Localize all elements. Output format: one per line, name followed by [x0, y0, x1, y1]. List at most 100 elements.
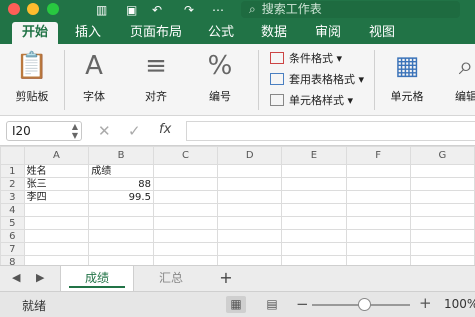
- cell[interactable]: [409, 255, 475, 265]
- prev-sheet-icon[interactable]: ◀: [12, 271, 20, 284]
- row-header[interactable]: 2: [0, 177, 25, 191]
- cell[interactable]: [152, 203, 219, 217]
- sheet-tab-summary[interactable]: 汇总: [134, 266, 208, 291]
- cancel-icon[interactable]: ✕: [98, 121, 111, 141]
- cell[interactable]: [23, 255, 90, 265]
- cell[interactable]: [281, 255, 347, 265]
- cell[interactable]: [281, 177, 347, 191]
- cell[interactable]: [217, 203, 283, 217]
- column-header[interactable]: A: [23, 146, 90, 165]
- cell[interactable]: [409, 164, 475, 178]
- cell-b3[interactable]: 99.5: [88, 190, 154, 204]
- name-box[interactable]: I20 ▲ ▼: [6, 121, 82, 141]
- cell[interactable]: [345, 164, 411, 178]
- cell[interactable]: [88, 216, 154, 230]
- row-header[interactable]: 1: [0, 164, 25, 178]
- cell[interactable]: [409, 177, 475, 191]
- zoom-in-icon[interactable]: +: [419, 294, 432, 312]
- search-box[interactable]: ⌕ 搜索工作表: [241, 1, 460, 18]
- column-header[interactable]: B: [88, 146, 154, 165]
- column-header[interactable]: C: [152, 146, 219, 165]
- cell[interactable]: [217, 190, 283, 204]
- tab-review[interactable]: 审阅: [308, 22, 348, 44]
- tab-view[interactable]: 视图: [362, 22, 402, 44]
- page-layout-view-icon[interactable]: ▤: [262, 296, 282, 313]
- close-window-button[interactable]: [8, 3, 20, 15]
- cell[interactable]: [281, 216, 347, 230]
- row-header[interactable]: 3: [0, 190, 25, 204]
- column-header[interactable]: E: [281, 146, 347, 165]
- cell[interactable]: [345, 177, 411, 191]
- cell[interactable]: [281, 229, 347, 243]
- next-sheet-icon[interactable]: ▶: [36, 271, 44, 284]
- cell[interactable]: [345, 255, 411, 265]
- search-input[interactable]: 搜索工作表: [262, 2, 322, 16]
- cells-group[interactable]: ▦ 单元格: [384, 44, 430, 116]
- cell[interactable]: [88, 242, 154, 256]
- cell[interactable]: [345, 216, 411, 230]
- zoom-window-button[interactable]: [47, 3, 59, 15]
- cell[interactable]: [281, 203, 347, 217]
- cell[interactable]: [217, 229, 283, 243]
- cell-style-button[interactable]: 单元格样式 ▾: [270, 92, 353, 110]
- formula-input[interactable]: [186, 121, 475, 141]
- tab-data[interactable]: 数据: [252, 22, 296, 44]
- cell[interactable]: [23, 203, 90, 217]
- cell[interactable]: [409, 203, 475, 217]
- cell[interactable]: [345, 203, 411, 217]
- zoom-out-icon[interactable]: −: [296, 295, 309, 313]
- function-icon[interactable]: fx: [159, 122, 171, 137]
- cell[interactable]: [152, 255, 219, 265]
- normal-view-icon[interactable]: ▦: [226, 296, 246, 313]
- align-group[interactable]: ≡ 对齐: [132, 44, 180, 116]
- save-icon[interactable]: ▣: [126, 2, 137, 18]
- row-header[interactable]: 7: [0, 242, 25, 256]
- conditional-format-button[interactable]: 条件格式 ▾: [270, 50, 342, 68]
- clipboard-group[interactable]: 📋 剪贴板: [4, 44, 60, 116]
- name-box-stepper-icon[interactable]: ▲ ▼: [72, 122, 78, 140]
- row-header[interactable]: 5: [0, 216, 25, 230]
- cell[interactable]: [345, 229, 411, 243]
- cell[interactable]: [217, 242, 283, 256]
- cell[interactable]: [217, 255, 283, 265]
- cell[interactable]: [88, 203, 154, 217]
- cell[interactable]: [217, 216, 283, 230]
- cell[interactable]: [409, 229, 475, 243]
- tab-page-layout[interactable]: 页面布局: [124, 22, 188, 44]
- sheet-tab-scores[interactable]: 成绩: [60, 266, 134, 291]
- cell-b1[interactable]: 成绩: [88, 164, 154, 178]
- cell[interactable]: [88, 255, 154, 265]
- redo-icon[interactable]: ↷: [184, 2, 194, 18]
- sidebar-icon[interactable]: ▥: [96, 2, 107, 18]
- tab-insert[interactable]: 插入: [66, 22, 110, 44]
- tab-home[interactable]: 开始: [12, 22, 58, 44]
- cell[interactable]: [23, 216, 90, 230]
- cell[interactable]: [23, 242, 90, 256]
- table-format-button[interactable]: 套用表格格式 ▾: [270, 71, 364, 89]
- column-header[interactable]: F: [345, 146, 411, 165]
- cell[interactable]: [152, 242, 219, 256]
- number-group[interactable]: % 编号: [196, 44, 244, 116]
- cell[interactable]: [409, 216, 475, 230]
- cell[interactable]: [217, 164, 283, 178]
- column-header[interactable]: G: [409, 146, 475, 165]
- cell-a3[interactable]: 李四: [23, 190, 90, 204]
- undo-icon[interactable]: ↶: [152, 2, 162, 18]
- cell[interactable]: [152, 164, 219, 178]
- add-sheet-icon[interactable]: +: [214, 268, 238, 287]
- row-header[interactable]: 8: [0, 255, 25, 265]
- select-all-corner[interactable]: [0, 146, 25, 165]
- cell[interactable]: [152, 190, 219, 204]
- tab-formulas[interactable]: 公式: [200, 22, 242, 44]
- cell[interactable]: [409, 190, 475, 204]
- row-header[interactable]: 6: [0, 229, 25, 243]
- cell-a2[interactable]: 张三: [23, 177, 90, 191]
- cell-b2[interactable]: 88: [88, 177, 154, 191]
- row-header[interactable]: 4: [0, 203, 25, 217]
- cell[interactable]: [281, 190, 347, 204]
- zoom-slider-knob[interactable]: [358, 298, 371, 311]
- more-icon[interactable]: ⋯: [212, 2, 224, 18]
- cell[interactable]: [152, 216, 219, 230]
- cell[interactable]: [217, 177, 283, 191]
- cell-a1[interactable]: 姓名: [23, 164, 90, 178]
